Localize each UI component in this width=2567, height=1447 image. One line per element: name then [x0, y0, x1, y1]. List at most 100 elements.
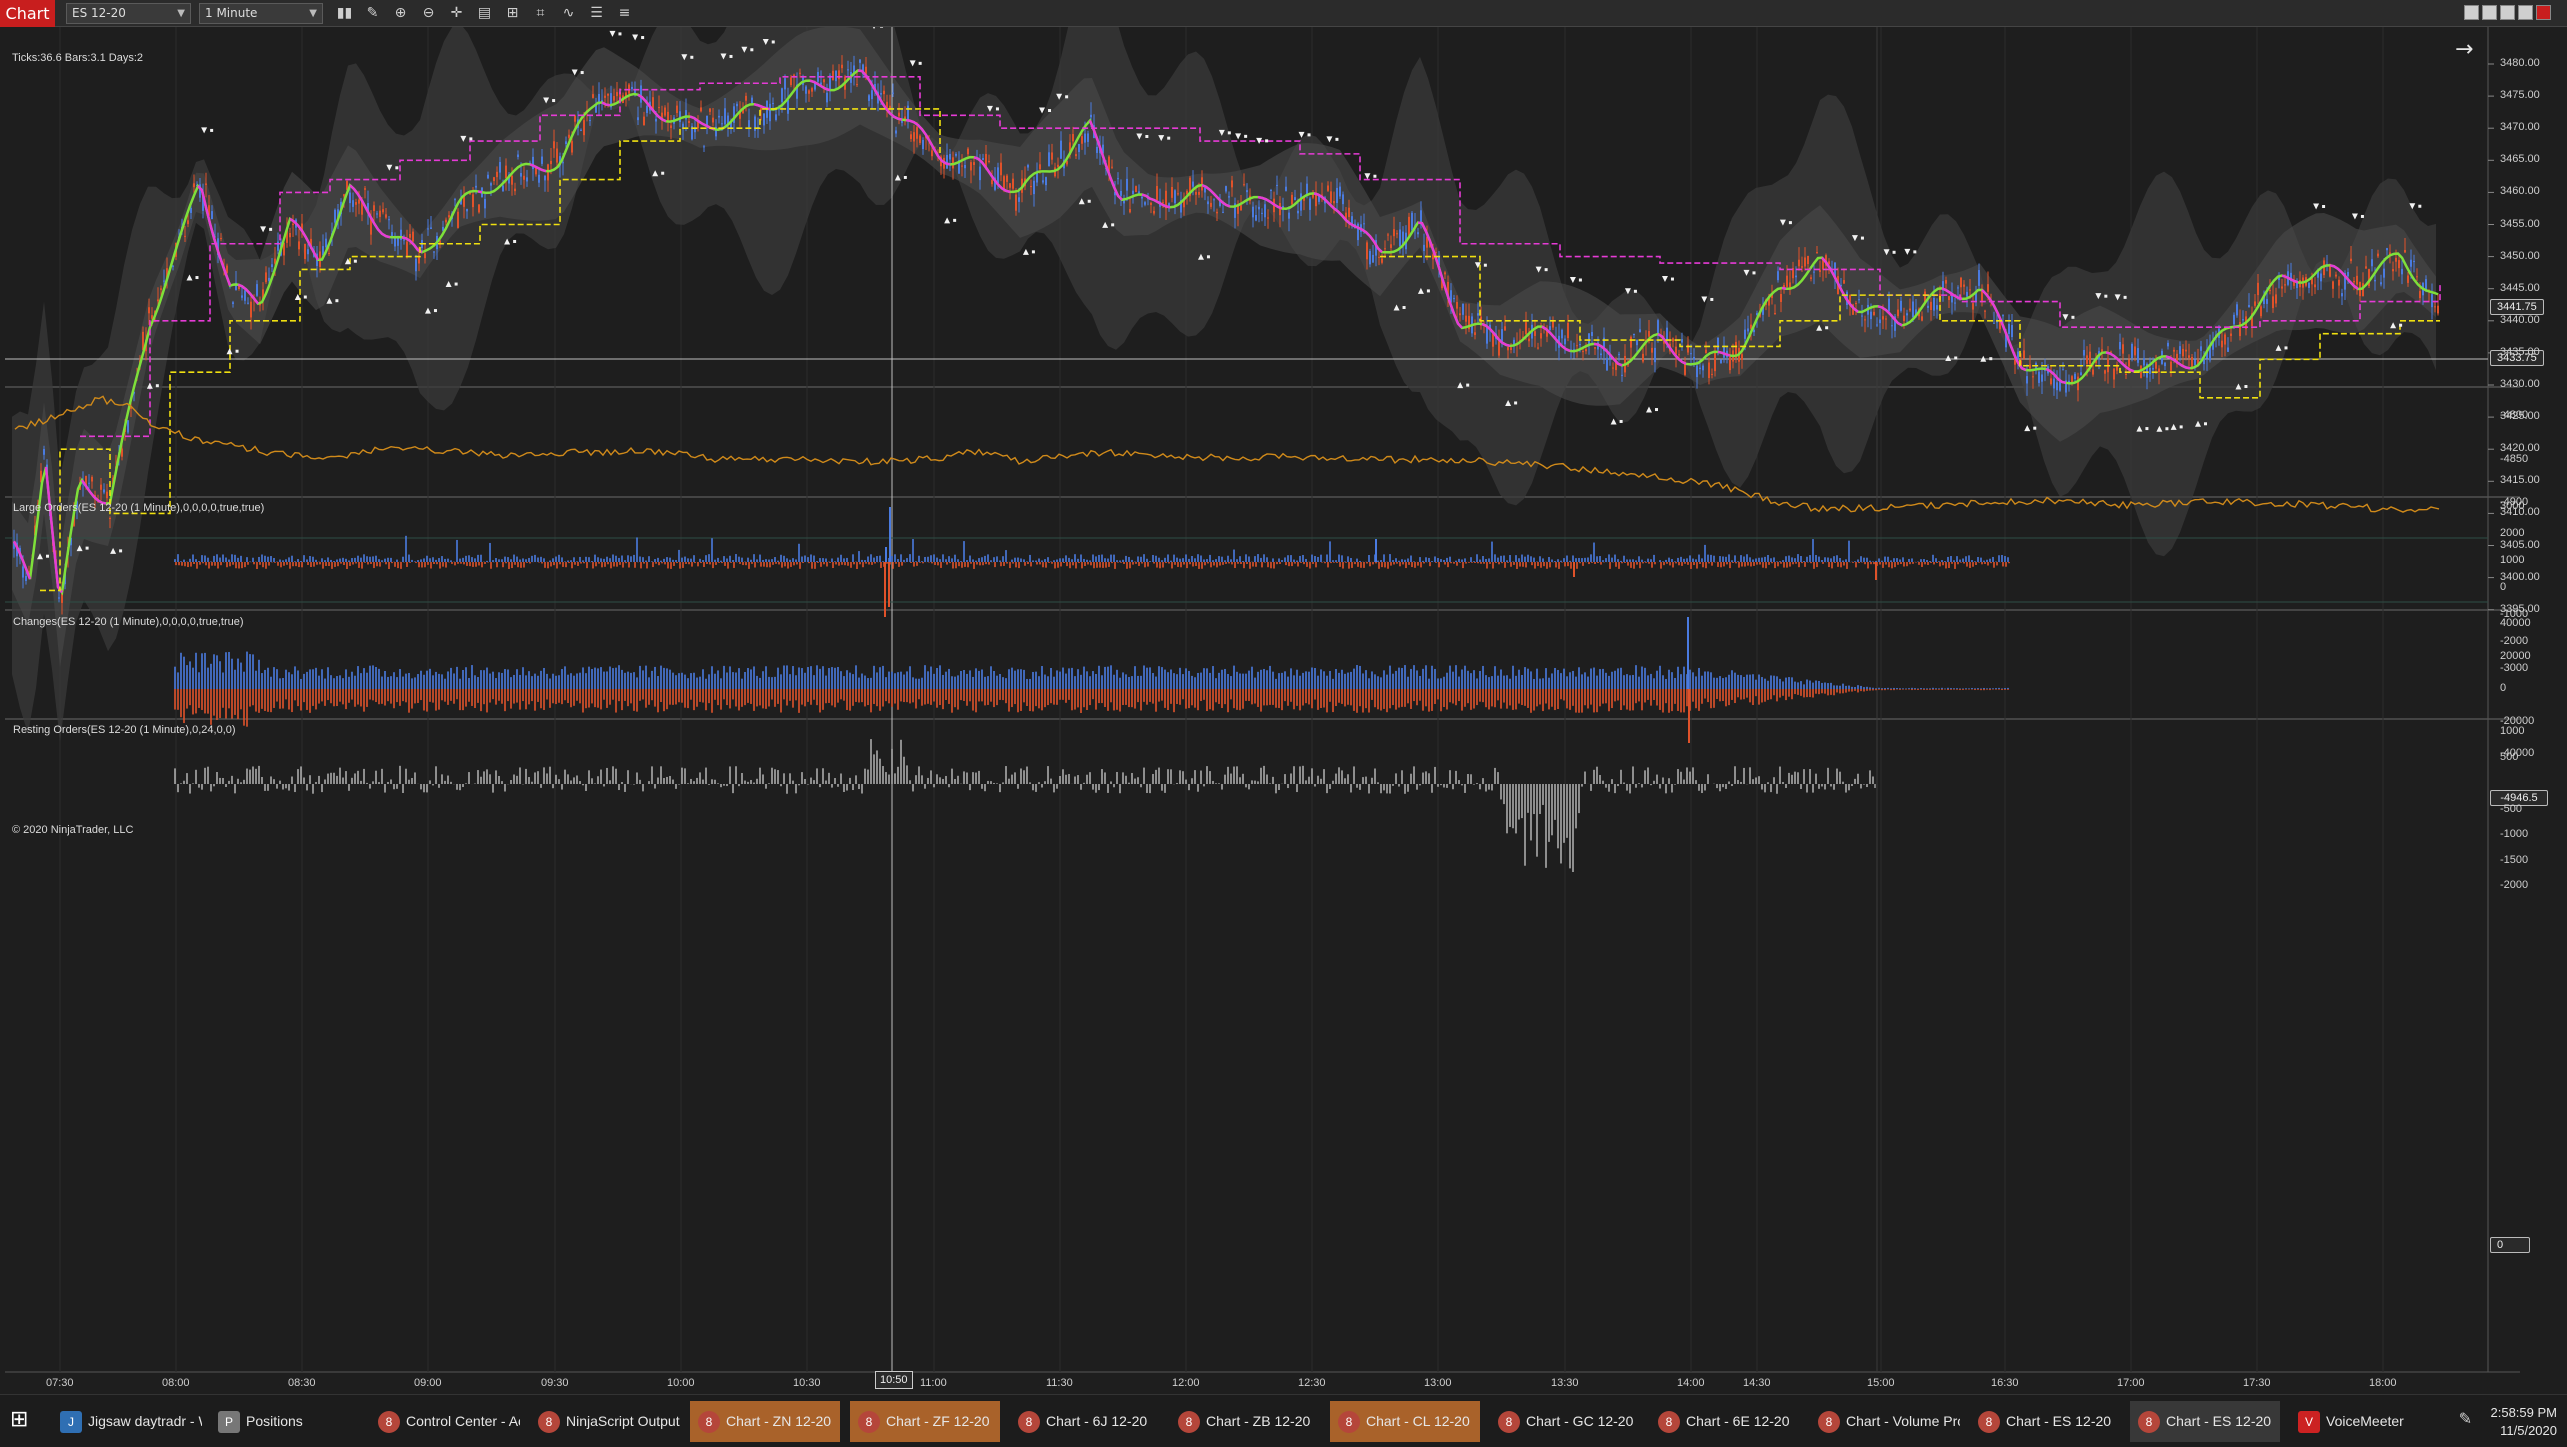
- crosshair-icon[interactable]: ✛: [446, 3, 467, 24]
- candle: [1987, 284, 1989, 292]
- candle: [1456, 302, 1458, 309]
- close-icon[interactable]: [2536, 5, 2551, 20]
- instrument-selector[interactable]: ES 12-20 ▼: [66, 3, 191, 24]
- candle: [244, 290, 246, 301]
- candle: [1948, 296, 1950, 301]
- signal-dot: [195, 276, 199, 280]
- candle: [1921, 316, 1923, 321]
- candle: [1252, 206, 1254, 218]
- candle: [1507, 346, 1509, 351]
- interval-selector[interactable]: 1 Minute ▼: [199, 3, 323, 24]
- tile-icon[interactable]: [2482, 5, 2497, 20]
- templates-icon[interactable]: ⊞: [502, 3, 523, 24]
- candle: [2371, 259, 2373, 267]
- price-axis-label: 3415.00: [2500, 474, 2540, 487]
- price-axis-label: 3405.00: [2500, 538, 2540, 551]
- candle: [1549, 326, 1551, 331]
- candle: [1156, 186, 1158, 200]
- candle: [979, 166, 981, 181]
- maximize-icon[interactable]: [2518, 5, 2533, 20]
- strategies-icon[interactable]: ☰: [586, 3, 607, 24]
- candle: [658, 107, 660, 109]
- candle: [1540, 333, 1542, 339]
- signal-dot: [618, 32, 622, 36]
- candle: [2257, 282, 2259, 296]
- candle: [157, 299, 159, 302]
- candle: [388, 219, 390, 221]
- signal-dot: [1752, 271, 1756, 275]
- candle: [2383, 268, 2385, 278]
- candle: [553, 141, 555, 149]
- candle: [247, 302, 249, 304]
- properties-icon[interactable]: ▤: [474, 3, 495, 24]
- candle: [484, 198, 486, 209]
- candle: [679, 111, 681, 123]
- bar-type-icon[interactable]: ▮▮: [334, 3, 355, 24]
- candle: [781, 88, 783, 102]
- candle: [1591, 332, 1593, 336]
- candle: [1876, 324, 1878, 326]
- candle: [1030, 185, 1032, 187]
- data-box-icon[interactable]: ≡: [614, 3, 635, 24]
- candle: [478, 204, 480, 213]
- zoom-out-icon[interactable]: ⊖: [418, 3, 439, 24]
- candle: [403, 239, 405, 241]
- candle: [1393, 229, 1395, 237]
- candle: [1171, 186, 1173, 198]
- windows-start-icon[interactable]: ⊞: [10, 1407, 36, 1433]
- candle: [2011, 325, 2013, 338]
- signal-dot: [1483, 263, 1487, 267]
- candle: [898, 112, 900, 117]
- candle: [382, 209, 384, 213]
- signal-marker: [201, 127, 208, 134]
- candle: [1207, 201, 1209, 205]
- copyright-text: © 2020 NinjaTrader, LLC: [12, 824, 134, 836]
- candle: [832, 70, 834, 81]
- candle: [2023, 350, 2025, 359]
- large-orders-axis-label: 1000: [2500, 554, 2525, 566]
- candle: [871, 90, 873, 100]
- tile-icon[interactable]: [2464, 5, 2479, 20]
- candle: [2167, 342, 2169, 347]
- time-axis-label: 10:30: [793, 1377, 821, 1389]
- taskbar-item[interactable]: JJigsaw daytradr - W...: [52, 1401, 202, 1442]
- candle: [1672, 338, 1674, 342]
- candle: [2284, 284, 2286, 286]
- candle: [790, 77, 792, 86]
- snapshot-icon[interactable]: ⌗: [530, 3, 551, 24]
- signal-marker: [1646, 406, 1653, 413]
- signal-dot: [1111, 223, 1115, 227]
- candle: [1693, 356, 1695, 360]
- candle: [2134, 346, 2136, 356]
- candle: [847, 69, 849, 71]
- time-axis-label: 14:30: [1743, 1377, 1771, 1389]
- chart-area[interactable]: Ticks:36.6 Bars:3.1 Days:2 → © 2020 Ninj…: [0, 27, 2567, 1394]
- candle: [88, 482, 90, 484]
- candle: [1708, 362, 1710, 379]
- candle: [2032, 376, 2034, 378]
- large-orders-axis-label: 3000: [2500, 500, 2525, 512]
- candle: [2380, 282, 2382, 285]
- candle: [2335, 274, 2337, 277]
- candle: [784, 78, 786, 90]
- candle: [1213, 199, 1215, 201]
- candle: [1648, 331, 1650, 337]
- candle: [1957, 287, 1959, 289]
- drawing-tool-icon[interactable]: ✎: [362, 3, 383, 24]
- candle: [1162, 202, 1164, 204]
- candle: [325, 238, 327, 248]
- signal-dot: [235, 349, 239, 353]
- price-axis-label: 3445.00: [2500, 281, 2540, 294]
- candle: [1336, 187, 1338, 204]
- chart-canvas[interactable]: [0, 27, 2567, 1394]
- chart-tab[interactable]: Chart: [0, 0, 55, 27]
- minimize-icon[interactable]: [2500, 5, 2515, 20]
- indicators-icon[interactable]: ∿: [558, 3, 579, 24]
- arrow-right-icon[interactable]: →: [2455, 37, 2473, 62]
- candle: [1900, 300, 1902, 311]
- ninjatrader-window: Chart ES 12-20 ▼ 1 Minute ▼ ▮▮ ✎ ⊕ ⊖ ✛ ▤…: [0, 0, 2567, 1447]
- candle: [883, 90, 885, 95]
- candle: [913, 132, 915, 142]
- time-axis-label: 08:00: [162, 1377, 190, 1389]
- zoom-in-icon[interactable]: ⊕: [390, 3, 411, 24]
